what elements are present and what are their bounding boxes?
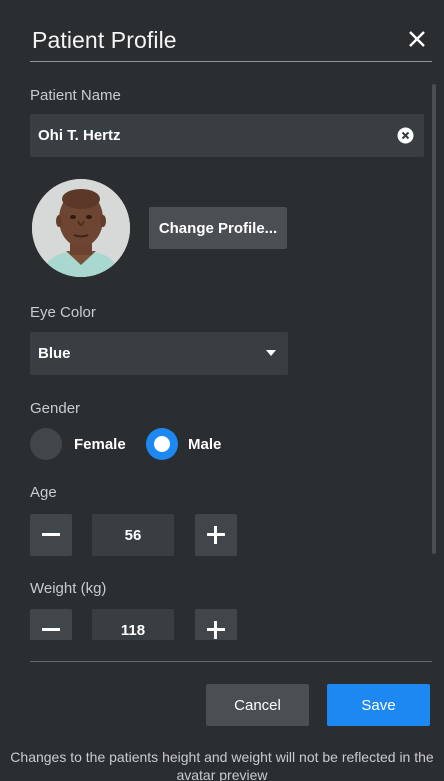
change-profile-button[interactable]: Change Profile... (149, 207, 287, 249)
gender-radio-male[interactable] (146, 428, 178, 460)
weight-decrement-button[interactable] (30, 609, 72, 640)
age-value[interactable]: 56 (92, 514, 174, 556)
avatar-note: Changes to the patients height and weigh… (10, 749, 434, 781)
save-button[interactable]: Save (327, 684, 430, 726)
gender-option-female-label[interactable]: Female (74, 436, 126, 453)
gender-label: Gender (30, 400, 81, 417)
age-decrement-button[interactable] (30, 514, 72, 556)
weight-increment-button[interactable] (195, 609, 237, 640)
weight-value[interactable]: 118 (92, 609, 174, 640)
close-button[interactable] (402, 24, 432, 54)
eye-color-label: Eye Color (30, 304, 96, 321)
scrollbar[interactable] (432, 84, 436, 554)
gender-option-male-label[interactable]: Male (188, 436, 221, 453)
weight-label: Weight (kg) (30, 580, 107, 597)
caret-down-icon (266, 350, 276, 356)
eye-color-select[interactable]: Blue (30, 332, 288, 375)
cancel-button[interactable]: Cancel (206, 684, 309, 726)
patient-name-input[interactable] (38, 114, 378, 157)
patient-avatar (32, 179, 130, 277)
minus-icon (42, 628, 60, 631)
footer-divider (30, 661, 432, 662)
age-increment-button[interactable] (195, 514, 237, 556)
close-icon (409, 31, 425, 47)
profile-form: Patient Name Ohi T. Hertz Change Profile… (30, 82, 426, 640)
clear-input-icon (397, 127, 414, 144)
dialog-title: Patient Profile (32, 27, 177, 53)
gender-radio-female[interactable] (30, 428, 62, 460)
radio-selected-dot (154, 436, 170, 452)
minus-icon (42, 533, 60, 536)
dialog-header: Patient Profile (30, 22, 432, 62)
age-label: Age (30, 484, 57, 501)
eye-color-value: Blue (38, 345, 71, 362)
patient-profile-dialog: Patient Profile Patient Name Ohi T. Hert… (0, 0, 444, 781)
patient-name-field (30, 114, 424, 157)
clear-input-button[interactable] (397, 127, 414, 144)
avatar-image (32, 179, 130, 277)
patient-name-label: Patient Name (30, 87, 121, 104)
